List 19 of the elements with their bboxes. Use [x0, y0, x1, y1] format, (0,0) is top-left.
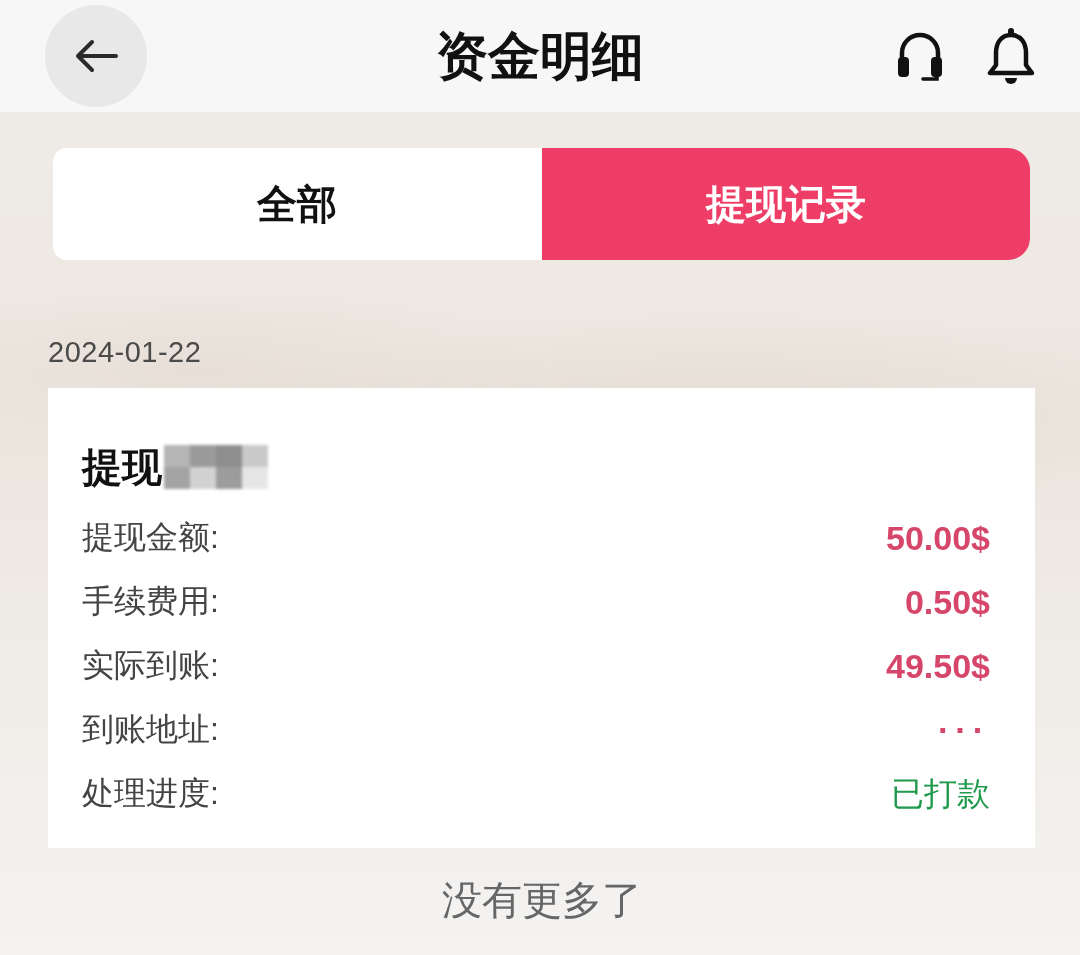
field-label: 处理进度: — [82, 774, 219, 813]
end-of-list-text: 没有更多了 — [440, 877, 643, 924]
back-arrow-icon — [74, 39, 118, 73]
record-title: 提现 — [82, 444, 162, 491]
tab[interactable]: 全部 — [53, 148, 542, 260]
bell-icon[interactable] — [987, 27, 1035, 85]
field-label: 提现金额: — [82, 518, 219, 557]
field-value: 50.00$ — [886, 518, 990, 558]
field-label: 手续费用: — [82, 582, 219, 621]
record-date: 2024-01-22 — [48, 335, 203, 369]
field-value: 已打款 — [891, 773, 990, 814]
field-value: 0.50$ — [904, 582, 990, 622]
page-title: 资金明细 — [436, 25, 644, 87]
field-value: 49.50$ — [886, 646, 990, 686]
field-label: 到账地址: — [82, 710, 219, 749]
headset-icon[interactable] — [897, 30, 943, 82]
tab[interactable]: 提现记录 — [541, 148, 1030, 260]
field-label: 实际到账: — [82, 646, 219, 685]
field-value: ··· — [938, 710, 990, 750]
